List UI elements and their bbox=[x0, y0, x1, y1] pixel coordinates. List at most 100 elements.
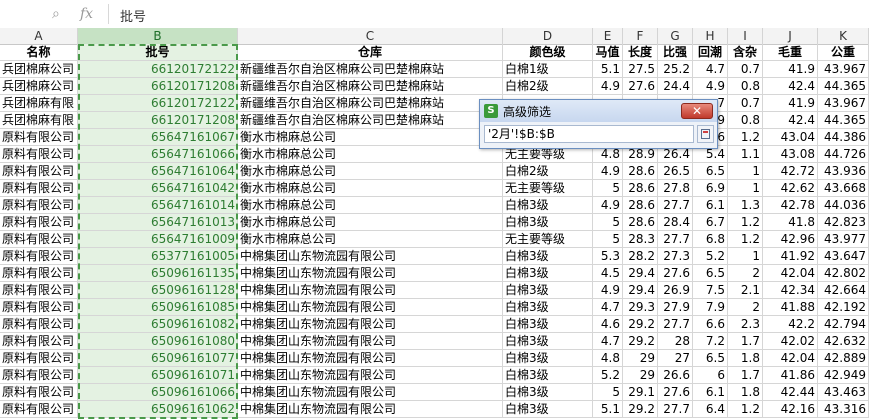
table-cell[interactable]: 原料有限公司 bbox=[0, 214, 78, 231]
table-cell[interactable]: 4.9 bbox=[593, 282, 623, 299]
table-cell[interactable]: 原料有限公司 bbox=[0, 384, 78, 401]
column-heading[interactable]: 回潮 bbox=[693, 44, 728, 61]
table-cell[interactable]: 1 bbox=[728, 163, 763, 180]
table-cell[interactable]: 白棉3级 bbox=[503, 350, 593, 367]
table-cell[interactable]: 43.316 bbox=[818, 401, 869, 418]
table-cell[interactable]: 42.04 bbox=[763, 350, 818, 367]
column-header-e[interactable]: E bbox=[593, 28, 623, 44]
table-cell[interactable]: 41.92 bbox=[763, 248, 818, 265]
table-cell[interactable]: 42.78 bbox=[763, 197, 818, 214]
table-cell[interactable]: 白棉3级 bbox=[503, 333, 593, 350]
table-cell[interactable]: 新疆维吾尔自治区棉麻公司巴楚棉麻站 bbox=[238, 112, 503, 129]
table-cell[interactable]: 原料有限公司 bbox=[0, 265, 78, 282]
table-cell[interactable]: 1.2 bbox=[728, 231, 763, 248]
table-cell[interactable]: 29.1 bbox=[623, 384, 658, 401]
table-cell[interactable]: 27.5 bbox=[623, 61, 658, 78]
table-cell[interactable]: 1.7 bbox=[728, 333, 763, 350]
table-cell[interactable]: 4.9 bbox=[593, 78, 623, 95]
table-cell[interactable]: 原料有限公司 bbox=[0, 401, 78, 418]
table-cell[interactable]: 42.44 bbox=[763, 384, 818, 401]
table-cell[interactable]: 41.9 bbox=[763, 95, 818, 112]
table-cell[interactable]: 原料有限公司 bbox=[0, 163, 78, 180]
table-cell[interactable]: 原料有限公司 bbox=[0, 350, 78, 367]
table-cell[interactable]: 44.726 bbox=[818, 146, 869, 163]
table-cell[interactable]: 6.1 bbox=[693, 384, 728, 401]
table-cell[interactable]: 原料有限公司 bbox=[0, 282, 78, 299]
table-cell[interactable]: 66120171208 bbox=[78, 112, 238, 129]
table-cell[interactable]: 6.5 bbox=[693, 163, 728, 180]
table-cell[interactable]: 27 bbox=[658, 350, 693, 367]
table-cell[interactable]: 衡水市棉麻总公司 bbox=[238, 180, 503, 197]
table-cell[interactable]: 41.86 bbox=[763, 367, 818, 384]
table-cell[interactable]: 1.3 bbox=[728, 197, 763, 214]
table-cell[interactable]: 兵团棉麻公司 bbox=[0, 78, 78, 95]
table-cell[interactable]: 44.386 bbox=[818, 129, 869, 146]
table-cell[interactable]: 4.7 bbox=[593, 333, 623, 350]
fx-icon[interactable]: fx bbox=[80, 6, 93, 22]
table-cell[interactable]: 43.668 bbox=[818, 180, 869, 197]
table-cell[interactable]: 43.967 bbox=[818, 95, 869, 112]
table-cell[interactable]: 28.6 bbox=[623, 214, 658, 231]
table-cell[interactable]: 衡水市棉麻总公司 bbox=[238, 214, 503, 231]
column-header-b[interactable]: B bbox=[78, 28, 238, 44]
table-cell[interactable]: 1 bbox=[728, 248, 763, 265]
table-cell[interactable]: 中棉集团山东物流园有限公司 bbox=[238, 282, 503, 299]
table-cell[interactable]: 1.2 bbox=[728, 129, 763, 146]
table-cell[interactable]: 6.1 bbox=[693, 197, 728, 214]
table-cell[interactable]: 65647161009 bbox=[78, 231, 238, 248]
table-cell[interactable]: 65377161005 bbox=[78, 248, 238, 265]
table-cell[interactable]: 4.9 bbox=[593, 163, 623, 180]
table-cell[interactable]: 65096161082 bbox=[78, 316, 238, 333]
table-cell[interactable]: 7.9 bbox=[693, 299, 728, 316]
table-cell[interactable]: 白棉3级 bbox=[503, 197, 593, 214]
table-cell[interactable]: 42.823 bbox=[818, 214, 869, 231]
table-cell[interactable]: 42.192 bbox=[818, 299, 869, 316]
table-cell[interactable]: 6.9 bbox=[693, 180, 728, 197]
table-cell[interactable]: 白棉3级 bbox=[503, 299, 593, 316]
table-cell[interactable]: 27.7 bbox=[658, 231, 693, 248]
table-cell[interactable]: 中棉集团山东物流园有限公司 bbox=[238, 299, 503, 316]
table-cell[interactable]: 衡水市棉麻总公司 bbox=[238, 231, 503, 248]
table-cell[interactable]: 衡水市棉麻总公司 bbox=[238, 163, 503, 180]
table-cell[interactable]: 27.7 bbox=[658, 401, 693, 418]
table-cell[interactable]: 无主要等级 bbox=[503, 231, 593, 248]
column-header-g[interactable]: G bbox=[658, 28, 693, 44]
table-cell[interactable]: 兵团棉麻公司 bbox=[0, 61, 78, 78]
table-cell[interactable]: 1.2 bbox=[728, 214, 763, 231]
table-cell[interactable]: 24.4 bbox=[658, 78, 693, 95]
table-cell[interactable]: 白棉2级 bbox=[503, 78, 593, 95]
table-cell[interactable]: 25.2 bbox=[658, 61, 693, 78]
table-cell[interactable]: 5 bbox=[593, 384, 623, 401]
column-header-h[interactable]: H bbox=[693, 28, 728, 44]
table-cell[interactable]: 4.8 bbox=[593, 350, 623, 367]
table-cell[interactable]: 2 bbox=[728, 299, 763, 316]
column-heading[interactable]: 比强 bbox=[658, 44, 693, 61]
table-cell[interactable]: 65096161080 bbox=[78, 333, 238, 350]
table-cell[interactable]: 29.2 bbox=[623, 316, 658, 333]
table-cell[interactable]: 42.34 bbox=[763, 282, 818, 299]
table-cell[interactable]: 65647161042 bbox=[78, 180, 238, 197]
table-cell[interactable]: 白棉2级 bbox=[503, 163, 593, 180]
table-cell[interactable]: 27.9 bbox=[658, 299, 693, 316]
table-cell[interactable]: 42.72 bbox=[763, 163, 818, 180]
table-cell[interactable]: 原料有限公司 bbox=[0, 299, 78, 316]
table-cell[interactable]: 29 bbox=[623, 367, 658, 384]
table-cell[interactable]: 2 bbox=[728, 265, 763, 282]
table-cell[interactable]: 27.8 bbox=[658, 180, 693, 197]
table-cell[interactable]: 43.04 bbox=[763, 129, 818, 146]
column-header-f[interactable]: F bbox=[623, 28, 658, 44]
table-cell[interactable]: 5.1 bbox=[593, 401, 623, 418]
table-cell[interactable]: 6.5 bbox=[693, 350, 728, 367]
table-cell[interactable]: 29.4 bbox=[623, 265, 658, 282]
table-cell[interactable]: 27.7 bbox=[658, 197, 693, 214]
table-cell[interactable]: 28.6 bbox=[623, 163, 658, 180]
table-cell[interactable]: 中棉集团山东物流园有限公司 bbox=[238, 367, 503, 384]
table-cell[interactable]: 原料有限公司 bbox=[0, 197, 78, 214]
table-cell[interactable]: 43.08 bbox=[763, 146, 818, 163]
table-cell[interactable]: 44.365 bbox=[818, 112, 869, 129]
table-cell[interactable]: 白棉3级 bbox=[503, 367, 593, 384]
collapse-dialog-button[interactable] bbox=[697, 125, 714, 143]
table-cell[interactable]: 28.6 bbox=[623, 180, 658, 197]
table-cell[interactable]: 原料有限公司 bbox=[0, 367, 78, 384]
table-cell[interactable]: 65096161062 bbox=[78, 401, 238, 418]
